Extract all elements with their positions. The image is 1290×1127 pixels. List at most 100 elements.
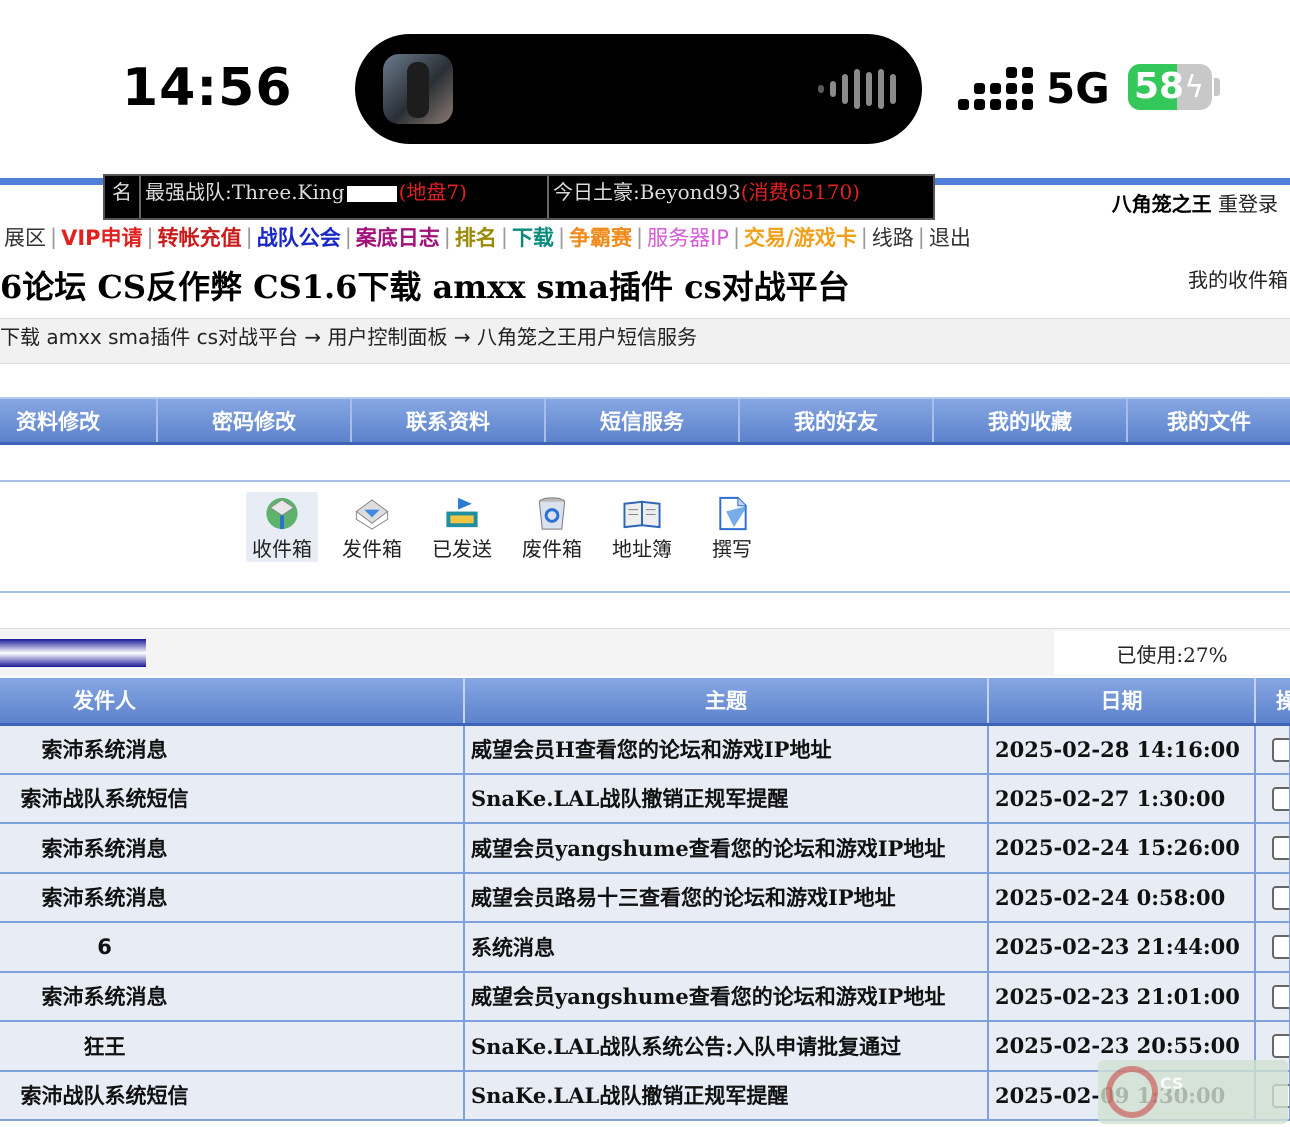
audio-waveform-icon [818,68,896,110]
message-subject[interactable]: SnaKe.LAL战队撤销正规军提醒 [464,773,989,824]
status-bar: 14:56 5G 58 ϟ [0,0,1290,178]
message-sender[interactable]: 索沛系统消息 [0,971,465,1022]
team-avatar [346,185,397,202]
message-sender[interactable]: 索沛战队系统短信 [0,1070,465,1121]
table-row[interactable]: 狂王 SnaKe.LAL战队系统公告:入队申请批复通过 2025-02-23 20:… [0,1021,1290,1072]
table-row[interactable]: 索沛系统消息 威望会员yangshume查看您的论坛和游戏IP地址 2025-02-… [0,971,1290,1022]
tab-password-edit[interactable]: 密码修改 [158,399,352,442]
table-row[interactable]: 索沛系统消息 威望会员H查看您的论坛和游戏IP地址 2025-02-28 14:16… [0,724,1290,775]
message-sender[interactable]: 索沛系统消息 [0,823,465,874]
nav-separator: | [146,225,154,249]
nav-item[interactable]: 排名 [451,222,501,252]
ticker-spender-text: 今日土豪:Beyond93 [553,180,741,204]
select-message-checkbox[interactable] [1272,984,1288,1009]
user-area: 八角笼之王 重登录 [1112,188,1278,217]
now-playing-artwork[interactable] [383,54,453,124]
message-subject[interactable]: 威望会员yangshume查看您的论坛和游戏IP地址 [464,971,989,1022]
sent-label: 已发送 [432,537,492,561]
status-time: 14:56 [122,58,293,118]
message-subject[interactable]: 系统消息 [464,922,989,973]
message-date: 2025-02-28 14:16:00 [988,724,1256,775]
watermark-ring [1106,1066,1158,1118]
nav-item[interactable]: 争霸赛 [565,222,636,252]
nav-separator: | [344,225,352,249]
address-book-label: 地址簿 [612,537,672,561]
table-row[interactable]: 索沛战队系统短信 SnaKe.LAL战队撤销正规军提醒 2025-02-27 1:3… [0,773,1290,824]
address-book-button[interactable]: 地址簿 [606,492,678,562]
compose-icon [719,496,748,531]
nav-separator: | [636,225,644,249]
usage-text: 已使用:27% [1054,631,1290,675]
dynamic-island[interactable] [355,34,922,144]
message-sender[interactable]: 6 [0,922,465,973]
message-date: 2025-02-24 0:58:00 [988,872,1256,923]
select-message-checkbox[interactable] [1272,885,1288,910]
message-actions [1255,823,1290,874]
divider [0,591,1290,593]
page: 14:56 5G 58 ϟ 名 最强战队:Three.King (地盘7) 今日… [0,0,1290,1127]
tab-contact-info[interactable]: 联系资料 [352,399,546,442]
message-date: 2025-02-23 21:01:00 [988,971,1256,1022]
watermark-logo: CS [1098,1060,1288,1124]
message-subject[interactable]: SnaKe.LAL战队撤销正规军提醒 [464,1070,989,1121]
column-header-date[interactable]: 日期 [988,678,1256,726]
outbox-label: 发件箱 [342,537,402,561]
nav-item[interactable]: 下载 [508,222,558,252]
network-type: 5G [1046,64,1110,113]
outbox-button[interactable]: 发件箱 [336,492,408,562]
message-sender[interactable]: 索沛系统消息 [0,872,465,923]
inbox-button[interactable]: 收件箱 [246,492,318,562]
tab-profile-edit[interactable]: 资料修改 [0,399,158,442]
table-row[interactable]: 索沛战队系统短信SnaKe.LAL战队撤销正规军提醒2025-02-09 1:3… [0,1070,1290,1121]
column-header-subject[interactable]: 主题 [464,678,989,726]
nav-item[interactable]: 转帐充值 [154,222,246,252]
tab-messages[interactable]: 短信服务 [546,399,740,442]
nav-item[interactable]: 展区 [0,222,50,252]
ticker-spender-amount: (消费65170) [740,180,860,204]
tab-friends[interactable]: 我的好友 [740,399,934,442]
ticker-strongest-team: 最强战队:Three.King (地盘7) [141,176,549,218]
my-inbox-link[interactable]: 我的收件箱 [1188,264,1288,293]
table-row[interactable]: 6 系统消息 2025-02-23 21:44:00 [0,922,1290,973]
message-sender[interactable]: 索沛系统消息 [0,724,465,775]
message-subject[interactable]: 威望会员路易十三查看您的论坛和游戏IP地址 [464,872,989,923]
ticker-top-spender: 今日土豪:Beyond93(消费65170) [549,176,933,218]
column-header-sender[interactable]: 发件人 [0,678,465,726]
nav-item[interactable]: 退出 [925,222,975,252]
nav-item[interactable]: 战队公会 [253,222,345,252]
trash-label: 废件箱 [522,537,582,561]
nav-item[interactable]: 服务器IP [643,222,733,252]
nav-item[interactable]: VIP申请 [57,222,146,252]
compose-button[interactable]: 撰写 [696,492,768,562]
select-message-checkbox[interactable] [1272,786,1288,811]
message-subject[interactable]: 威望会员yangshume查看您的论坛和游戏IP地址 [464,823,989,874]
nav-item[interactable]: 交易/游戏卡 [740,222,861,252]
select-message-checkbox[interactable] [1272,737,1288,762]
trash-button[interactable]: 废件箱 [516,492,588,562]
message-subject[interactable]: 威望会员H查看您的论坛和游戏IP地址 [464,724,989,775]
nav-separator: | [860,225,868,249]
table-row[interactable]: 索沛系统消息 威望会员yangshume查看您的论坛和游戏IP地址 2025-02-… [0,823,1290,874]
table-header-row: 发件人 主题 日期 操作 [0,678,1290,726]
message-table: 发件人 主题 日期 操作 索沛系统消息威望会员H查看您的论坛和游戏IP地址202… [0,678,1290,1121]
select-message-checkbox[interactable] [1272,935,1288,960]
tab-files[interactable]: 我的文件 [1128,399,1290,442]
message-date: 2025-02-23 21:44:00 [988,922,1256,973]
tab-favorites[interactable]: 我的收藏 [934,399,1128,442]
mailbox-usage: 已使用:27% [0,628,1290,676]
nav-item[interactable]: 案底日志 [352,222,444,252]
message-sender[interactable]: 狂王 [0,1021,465,1072]
select-message-checkbox[interactable] [1272,836,1288,861]
sent-button[interactable]: 已发送 [426,492,498,562]
battery-icon: 58 ϟ [1128,64,1212,110]
message-subject[interactable]: SnaKe.LAL战队系统公告:入队申请批复通过 [464,1021,989,1072]
message-actions [1255,971,1290,1022]
breadcrumb[interactable]: 下载 amxx sma插件 cs对战平台 → 用户控制面板 → 八角笼之王用户短… [0,318,1290,364]
select-message-checkbox[interactable] [1272,1034,1288,1059]
message-sender[interactable]: 索沛战队系统短信 [0,773,465,824]
relogin-link[interactable]: 重登录 [1218,192,1278,216]
username-link[interactable]: 八角笼之王 [1112,192,1212,216]
nav-separator: | [917,225,925,249]
nav-item[interactable]: 线路 [868,222,918,252]
table-row[interactable]: 索沛系统消息 威望会员路易十三查看您的论坛和游戏IP地址 2025-02-24 0:… [0,872,1290,923]
